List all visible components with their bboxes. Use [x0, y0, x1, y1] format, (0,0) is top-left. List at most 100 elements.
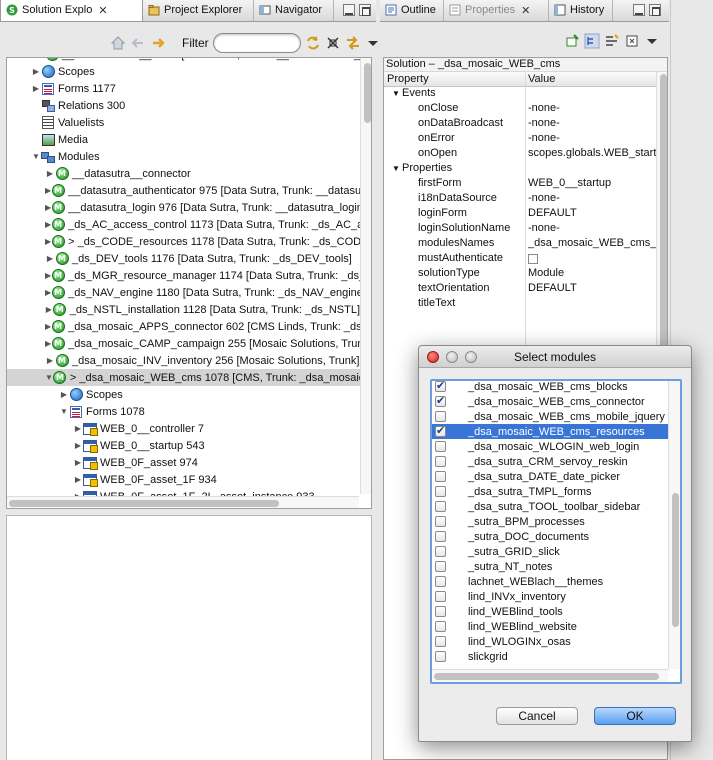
module-list-item[interactable]: _sutra_DOC_documents [432, 529, 668, 544]
module-checkbox[interactable] [435, 501, 446, 512]
tree-item[interactable]: ▶ WEB_0__startup 543 [7, 437, 360, 454]
expanded-arrow-icon[interactable]: ▼ [59, 403, 69, 420]
module-checkbox[interactable] [435, 561, 446, 572]
collapsed-arrow-icon[interactable] [31, 131, 41, 148]
view-menu-icon[interactable] [644, 33, 660, 49]
property-group-row[interactable]: ▼ Events [384, 87, 667, 102]
property-value[interactable]: -none- [528, 102, 667, 114]
home-icon[interactable] [110, 35, 126, 51]
module-list-item[interactable]: _sutra_GRID_slick [432, 544, 668, 559]
expanded-arrow-icon[interactable]: ▼ [392, 164, 400, 173]
maximize-icon[interactable] [649, 4, 661, 16]
advanced-icon[interactable] [604, 33, 620, 49]
property-row[interactable]: onDataBroadcast -none- [384, 117, 667, 132]
property-row[interactable]: mustAuthenticate [384, 252, 667, 267]
property-row[interactable]: modulesNames _dsa_mosaic_WEB_cms_blocks [384, 237, 667, 252]
tree-item[interactable]: ▶ Forms 1177 [7, 80, 360, 97]
module-checkbox[interactable] [435, 531, 446, 542]
collapsed-arrow-icon[interactable] [31, 97, 41, 114]
tab-outline[interactable]: Outline [380, 0, 444, 21]
minimize-icon[interactable] [343, 4, 355, 16]
collapsed-arrow-icon[interactable]: ▶ [45, 250, 55, 267]
property-row[interactable]: onError -none- [384, 132, 667, 147]
maximize-icon[interactable] [359, 4, 371, 16]
cancel-button[interactable]: Cancel [496, 707, 578, 725]
module-list-item[interactable]: _sutra_BPM_processes [432, 514, 668, 529]
tab-history[interactable]: History [549, 0, 613, 21]
tree-item[interactable]: ▶ WEB_0__controller 7 [7, 420, 360, 437]
tree-item[interactable]: ▶ M _ds_MGR_resource_manager 1174 [Data Su… [7, 267, 371, 284]
tree-item[interactable]: ▼ Modules [7, 148, 360, 165]
module-checkbox[interactable] [435, 591, 446, 602]
property-value[interactable] [528, 252, 667, 267]
module-checkbox[interactable] [435, 411, 446, 422]
pin-icon[interactable] [564, 33, 580, 49]
module-checkbox[interactable] [435, 486, 446, 497]
tree-item[interactable]: ▶ Scopes [7, 386, 360, 403]
ok-button[interactable]: OK [594, 707, 676, 725]
property-value[interactable]: DEFAULT [528, 207, 667, 219]
filter-input[interactable] [212, 33, 301, 53]
module-checkbox[interactable] [435, 636, 446, 647]
property-row[interactable]: titleText [384, 297, 667, 312]
property-row[interactable]: loginForm DEFAULT [384, 207, 667, 222]
expanded-arrow-icon[interactable]: ▼ [45, 369, 53, 386]
tree-item[interactable]: ▶ Scopes [7, 63, 360, 80]
property-row[interactable]: firstForm WEB_0__startup [384, 177, 667, 192]
collapsed-arrow-icon[interactable]: ▶ [73, 454, 83, 471]
collapsed-arrow-icon[interactable]: ▶ [45, 352, 55, 369]
tree-item[interactable]: ▶ M _ds_NAV_engine 1180 [Data Sutra, Trunk… [7, 284, 366, 301]
module-checkbox[interactable] [435, 381, 446, 392]
collapsed-arrow-icon[interactable]: ▶ [73, 420, 83, 437]
module-list-item[interactable]: _dsa_sutra_TOOL_toolbar_sidebar [432, 499, 668, 514]
tree-item[interactable]: ▶ M __datasutra_authenticator 975 [Data Su… [7, 182, 371, 199]
module-checkbox[interactable] [435, 424, 446, 437]
tree-item[interactable]: ▶ M __datasutra_login 976 [Data Sutra, Tru… [7, 199, 366, 216]
property-row[interactable]: solutionType Module [384, 267, 667, 282]
close-icon[interactable]: ✕ [98, 4, 107, 17]
module-checkbox[interactable] [435, 651, 446, 662]
collapsed-arrow-icon[interactable]: ▶ [73, 471, 83, 488]
tree-item[interactable]: ▶ M _dsa_mosaic_APPS_connector 602 [CMS Li… [7, 318, 371, 335]
close-icon[interactable]: ✕ [521, 4, 530, 17]
restore-default-icon[interactable] [624, 33, 640, 49]
collapse-all-icon[interactable] [325, 35, 341, 51]
module-list-item[interactable]: _dsa_sutra_DATE_date_picker [432, 469, 668, 484]
module-checkbox[interactable] [435, 471, 446, 482]
tree-horizontal-scrollbar[interactable] [7, 496, 359, 508]
module-list-item[interactable]: lind_WEBlind_website [432, 619, 668, 634]
must-authenticate-checkbox[interactable] [528, 254, 538, 264]
scrollbar-thumb[interactable] [364, 63, 371, 123]
property-row[interactable]: onOpen scopes.globals.WEB_startup [384, 147, 667, 162]
module-checkbox[interactable] [435, 576, 446, 587]
forward-arrow-icon[interactable] [150, 35, 166, 51]
property-value[interactable]: DEFAULT [528, 282, 667, 294]
module-list-item[interactable]: lind_WLOGINx_osas [432, 634, 668, 649]
scrollbar-thumb[interactable] [9, 500, 279, 507]
collapsed-arrow-icon[interactable]: ▶ [45, 301, 53, 318]
scrollbar-thumb[interactable] [434, 673, 659, 680]
module-list-item[interactable]: _dsa_mosaic_WEB_cms_resources [432, 424, 668, 439]
collapsed-arrow-icon[interactable]: ▶ [45, 165, 55, 182]
module-list-item[interactable]: _dsa_mosaic_WEB_cms_mobile_jquery [432, 409, 668, 424]
tree-item[interactable]: ▶ M > _ds_CODE_resources 1178 [Data Sutra,… [7, 233, 371, 250]
categories-icon[interactable] [584, 33, 600, 49]
sync-icon[interactable] [305, 35, 321, 51]
module-list-item[interactable]: lind_WEBlind_tools [432, 604, 668, 619]
module-checkbox[interactable] [435, 394, 446, 407]
tree-item[interactable]: ▼ Forms 1078 [7, 403, 360, 420]
module-checkbox[interactable] [435, 456, 446, 467]
module-list-item[interactable]: _dsa_sutra_TMPL_forms [432, 484, 668, 499]
module-list-item[interactable]: _sutra_NT_notes [432, 559, 668, 574]
scrollbar-thumb[interactable] [660, 74, 667, 354]
tab-solution-explorer[interactable]: S Solution Explo ✕ [0, 0, 143, 21]
tree-item[interactable]: ▼ M > _dsa_mosaic_WEB_cms 1078 [CMS, Trunk… [7, 369, 371, 386]
property-value[interactable]: -none- [528, 132, 667, 144]
tree-item[interactable]: ▶ WEB_0F_asset 974 [7, 454, 360, 471]
module-list-item[interactable]: lind_INVx_inventory [432, 589, 668, 604]
module-checkbox[interactable] [435, 621, 446, 632]
tab-project-explorer[interactable]: Project Explorer [143, 0, 254, 21]
expanded-arrow-icon[interactable]: ▼ [392, 89, 400, 98]
property-value[interactable]: WEB_0__startup [528, 177, 667, 189]
property-value[interactable]: _dsa_mosaic_WEB_cms_blocks [528, 237, 667, 249]
